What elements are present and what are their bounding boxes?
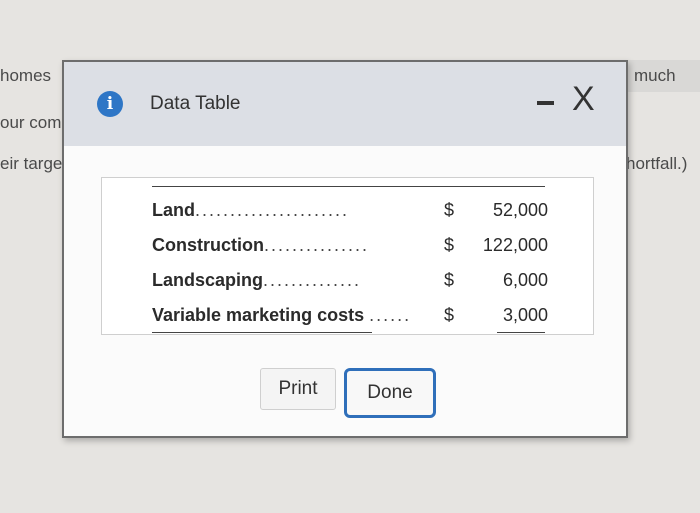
print-button[interactable]: Print	[260, 368, 336, 410]
row-currency: $	[444, 270, 455, 290]
close-icon[interactable]: X	[572, 82, 595, 116]
row-label: Landscaping..............	[152, 270, 362, 290]
table-row-variable-marketing: Variable marketing costs ...... $ 3,000	[152, 301, 548, 333]
table-top-rule	[152, 186, 545, 187]
row-amount: 122,000	[482, 235, 548, 255]
row-label: Construction...............	[152, 235, 370, 255]
row-label: Variable marketing costs ......	[152, 305, 412, 325]
table-row-construction: Construction............... $ 122,000	[152, 231, 548, 261]
dialog-title: Data Table	[150, 93, 241, 114]
bg-fragment-homes: homes	[0, 66, 52, 85]
bg-fragment-eir-targe: eir targe	[0, 154, 63, 173]
row-amount: 6,000	[502, 270, 548, 290]
row-amount: 3,000	[502, 305, 548, 325]
table-row-landscaping: Landscaping.............. $ 6,000	[152, 266, 548, 296]
amount-underline	[497, 332, 545, 333]
label-underline	[152, 332, 372, 333]
row-currency: $	[444, 235, 455, 255]
bg-fragment-hortfall: hortfall.)	[626, 154, 688, 173]
table-row-land: Land...................... $ 52,000	[152, 196, 548, 226]
row-amount: 52,000	[492, 200, 548, 220]
dialog-titlebar: i Data Table X	[64, 62, 626, 146]
info-icon: i	[97, 91, 123, 117]
done-button[interactable]: Done	[344, 368, 436, 418]
minimize-icon[interactable]	[537, 101, 554, 105]
data-table: Land...................... $ 52,000 Cons…	[101, 177, 594, 335]
data-table-dialog: i Data Table X Land.....................…	[62, 60, 628, 438]
row-currency: $	[444, 200, 455, 220]
bg-fragment-much: much	[634, 66, 676, 85]
row-currency: $	[444, 305, 455, 325]
bg-fragment-our-comp: our comp	[0, 113, 71, 132]
row-label: Land......................	[152, 200, 350, 220]
